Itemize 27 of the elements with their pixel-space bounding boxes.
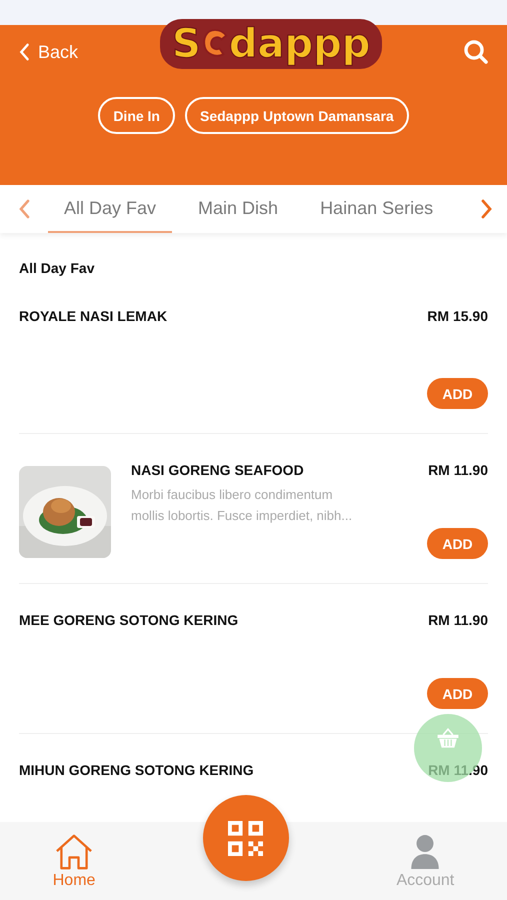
chevron-left-icon: [18, 43, 30, 61]
search-icon[interactable]: [463, 39, 489, 65]
logo: S dappp: [160, 19, 382, 69]
basket-icon: [436, 727, 460, 749]
qr-code-icon: [228, 820, 264, 856]
item-name: ROYALE NASI LEMAK: [19, 308, 168, 324]
item-price: RM 15.90: [427, 308, 488, 324]
add-button[interactable]: ADD: [427, 528, 488, 559]
item-price: RM 11.90: [428, 462, 488, 478]
add-button[interactable]: ADD: [427, 378, 488, 409]
section-title: All Day Fav: [19, 260, 96, 276]
item-description: Morbi faucibus libero condimentum mollis lobortis. Fusce imperdiet, nibh...: [131, 486, 354, 525]
item-price: RM 11.90: [428, 612, 488, 628]
add-button[interactable]: ADD: [427, 678, 488, 709]
item-name: MEE GORENG SOTONG KERING: [19, 612, 238, 628]
nav-item[interactable]: Home: [52, 834, 96, 890]
category-tab[interactable]: All Day Fav: [48, 185, 172, 233]
category-tab[interactable]: Main Dish: [182, 185, 294, 233]
category-tab[interactable]: Hainan Series: [304, 185, 434, 233]
filter-pill[interactable]: Sedappp Uptown Damansara: [184, 97, 409, 134]
chevron-left-icon[interactable]: [18, 199, 30, 219]
filter-pill[interactable]: Dine In: [98, 97, 175, 134]
nav-item[interactable]: Account: [396, 834, 454, 890]
chevron-right-icon[interactable]: [481, 199, 493, 219]
item-name: NASI GORENG SEAFOOD: [131, 462, 304, 478]
item-name: MIHUN GORENG SOTONG KERING: [19, 762, 254, 778]
back-button[interactable]: Back: [18, 42, 78, 62]
